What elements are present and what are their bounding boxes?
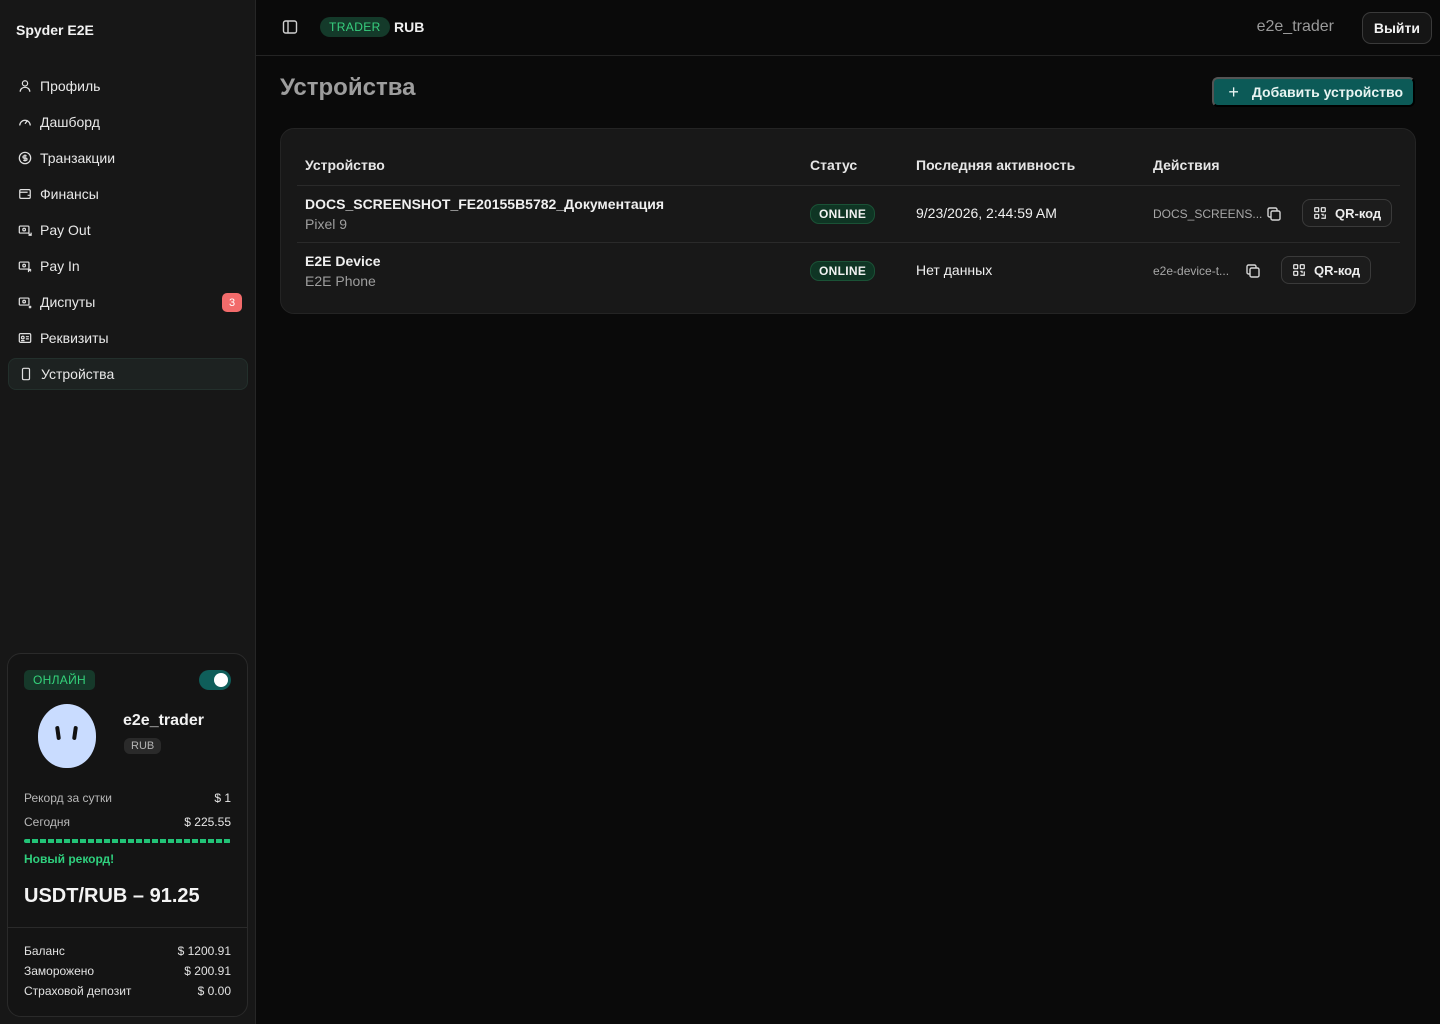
last-activity: Нет данных: [916, 262, 993, 278]
sidebar-nav: Профиль Дашборд Транзакции Финансы Pay O…: [8, 70, 248, 394]
gauge-icon: [18, 115, 32, 129]
daily-record-row: Рекорд за сутки $ 1: [24, 791, 231, 805]
today-value: $ 225.55: [184, 815, 231, 829]
brand-title: Spyder E2E: [16, 22, 94, 38]
sidebar-toggle-icon[interactable]: [282, 19, 298, 35]
page-title: Устройства: [280, 74, 416, 101]
online-toggle[interactable]: [199, 670, 231, 690]
devices-table: Устройство Статус Последняя активность Д…: [280, 128, 1416, 314]
main-content: TRADER RUB e2e_trader Выйти Устройства +…: [256, 0, 1440, 1024]
copy-icon[interactable]: [1245, 263, 1261, 279]
sidebar-item-label: Диспуты: [40, 294, 96, 310]
qr-code-button[interactable]: QR-код: [1281, 256, 1372, 284]
today-label: Сегодня: [24, 815, 70, 829]
copy-icon[interactable]: [1266, 206, 1282, 222]
wallet-icon: [18, 187, 32, 201]
sidebar-item-label: Транзакции: [40, 150, 116, 166]
row-divider: [297, 242, 1400, 243]
top-bar: TRADER RUB e2e_trader Выйти: [256, 0, 1440, 56]
sidebar-item-pay-out[interactable]: Pay Out: [8, 214, 248, 246]
dispute-icon: [18, 295, 32, 309]
column-header-status: Статус: [810, 157, 858, 173]
deposit-label: Страховой депозит: [24, 984, 132, 998]
sidebar-item-pay-in[interactable]: Pay In: [8, 250, 248, 282]
column-header-device: Устройство: [305, 157, 385, 173]
last-activity: 9/23/2026, 2:44:59 AM: [916, 205, 1057, 221]
balance-label: Баланс: [24, 944, 65, 958]
device-name: DOCS_SCREENSHOT_FE20155B5782_Документаци…: [305, 196, 665, 212]
device-model: E2E Phone: [305, 273, 376, 289]
avatar: [38, 704, 96, 768]
sidebar: Spyder E2E Профиль Дашборд Транзакции Фи…: [0, 0, 256, 1024]
deposit-value: $ 0.00: [197, 984, 231, 998]
daily-record-value: $ 1: [214, 791, 231, 805]
smartphone-icon: [19, 367, 33, 381]
device-id: e2e-device-t...: [1153, 264, 1230, 278]
add-device-label: Добавить устройство: [1251, 84, 1403, 100]
card-currency-badge: RUB: [124, 738, 162, 754]
qr-code-button[interactable]: QR-код: [1302, 199, 1393, 227]
device-name: E2E Device: [305, 253, 381, 269]
header-username: e2e_trader: [1256, 18, 1334, 35]
column-header-actions: Действия: [1153, 157, 1220, 173]
frozen-value: $ 200.91: [184, 964, 231, 978]
balance-value: $ 1200.91: [177, 944, 231, 958]
dollar-icon: [18, 151, 32, 165]
role-badge: TRADER: [320, 17, 390, 37]
sidebar-item-requisites[interactable]: Реквизиты: [8, 322, 248, 354]
sidebar-item-dashboard[interactable]: Дашборд: [8, 106, 248, 138]
qr-code-icon: [1293, 264, 1305, 276]
card-username: e2e_trader: [123, 712, 204, 729]
device-model: Pixel 9: [305, 216, 348, 232]
id-card-icon: [18, 331, 32, 345]
row-divider: [297, 185, 1400, 186]
plus-icon: +: [1228, 81, 1239, 102]
add-device-button[interactable]: + Добавить устройство: [1212, 77, 1415, 107]
today-row: Сегодня $ 225.55: [24, 815, 231, 829]
deposit-row: Страховой депозит $ 0.00: [24, 984, 231, 998]
sidebar-item-label: Pay In: [40, 258, 80, 274]
payout-icon: [18, 223, 32, 237]
qr-code-icon: [1314, 207, 1326, 219]
sidebar-item-devices[interactable]: Устройства: [8, 358, 248, 390]
status-badge: ONLINE: [810, 204, 876, 224]
frozen-label: Заморожено: [24, 964, 95, 978]
frozen-row: Заморожено $ 200.91: [24, 964, 231, 978]
sidebar-item-profile[interactable]: Профиль: [8, 70, 248, 102]
sidebar-item-label: Финансы: [40, 186, 99, 202]
sidebar-item-label: Дашборд: [40, 114, 100, 130]
sidebar-item-disputes[interactable]: Диспуты 3: [8, 286, 248, 318]
sidebar-item-label: Реквизиты: [40, 330, 109, 346]
disputes-count-badge: 3: [222, 293, 242, 312]
status-badge: ONLINE: [810, 261, 876, 281]
user-card: ОНЛАЙН e2e_trader RUB Рекорд за сутки $ …: [7, 653, 248, 1017]
sidebar-item-label: Профиль: [40, 78, 101, 94]
payin-icon: [18, 259, 32, 273]
sidebar-item-transactions[interactable]: Транзакции: [8, 142, 248, 174]
online-status-badge: ОНЛАЙН: [24, 670, 95, 690]
sidebar-item-label: Pay Out: [40, 222, 91, 238]
record-progress-bar: [24, 839, 231, 843]
balance-row: Баланс $ 1200.91: [24, 944, 231, 958]
exchange-rate: USDT/RUB – 91.25: [24, 885, 200, 907]
header-currency: RUB: [394, 19, 425, 35]
new-record-label: Новый рекорд!: [24, 852, 115, 866]
device-id: DOCS_SCREENS...: [1153, 207, 1263, 221]
daily-record-label: Рекорд за сутки: [24, 791, 112, 805]
qr-code-label: QR-код: [1314, 262, 1361, 278]
logout-button[interactable]: Выйти: [1361, 12, 1432, 44]
card-divider: [8, 927, 247, 928]
sidebar-item-label: Устройства: [41, 366, 115, 382]
sidebar-item-finance[interactable]: Финансы: [8, 178, 248, 210]
qr-code-label: QR-код: [1335, 205, 1382, 221]
user-icon: [18, 79, 32, 93]
column-header-last-activity: Последняя активность: [916, 157, 1076, 173]
